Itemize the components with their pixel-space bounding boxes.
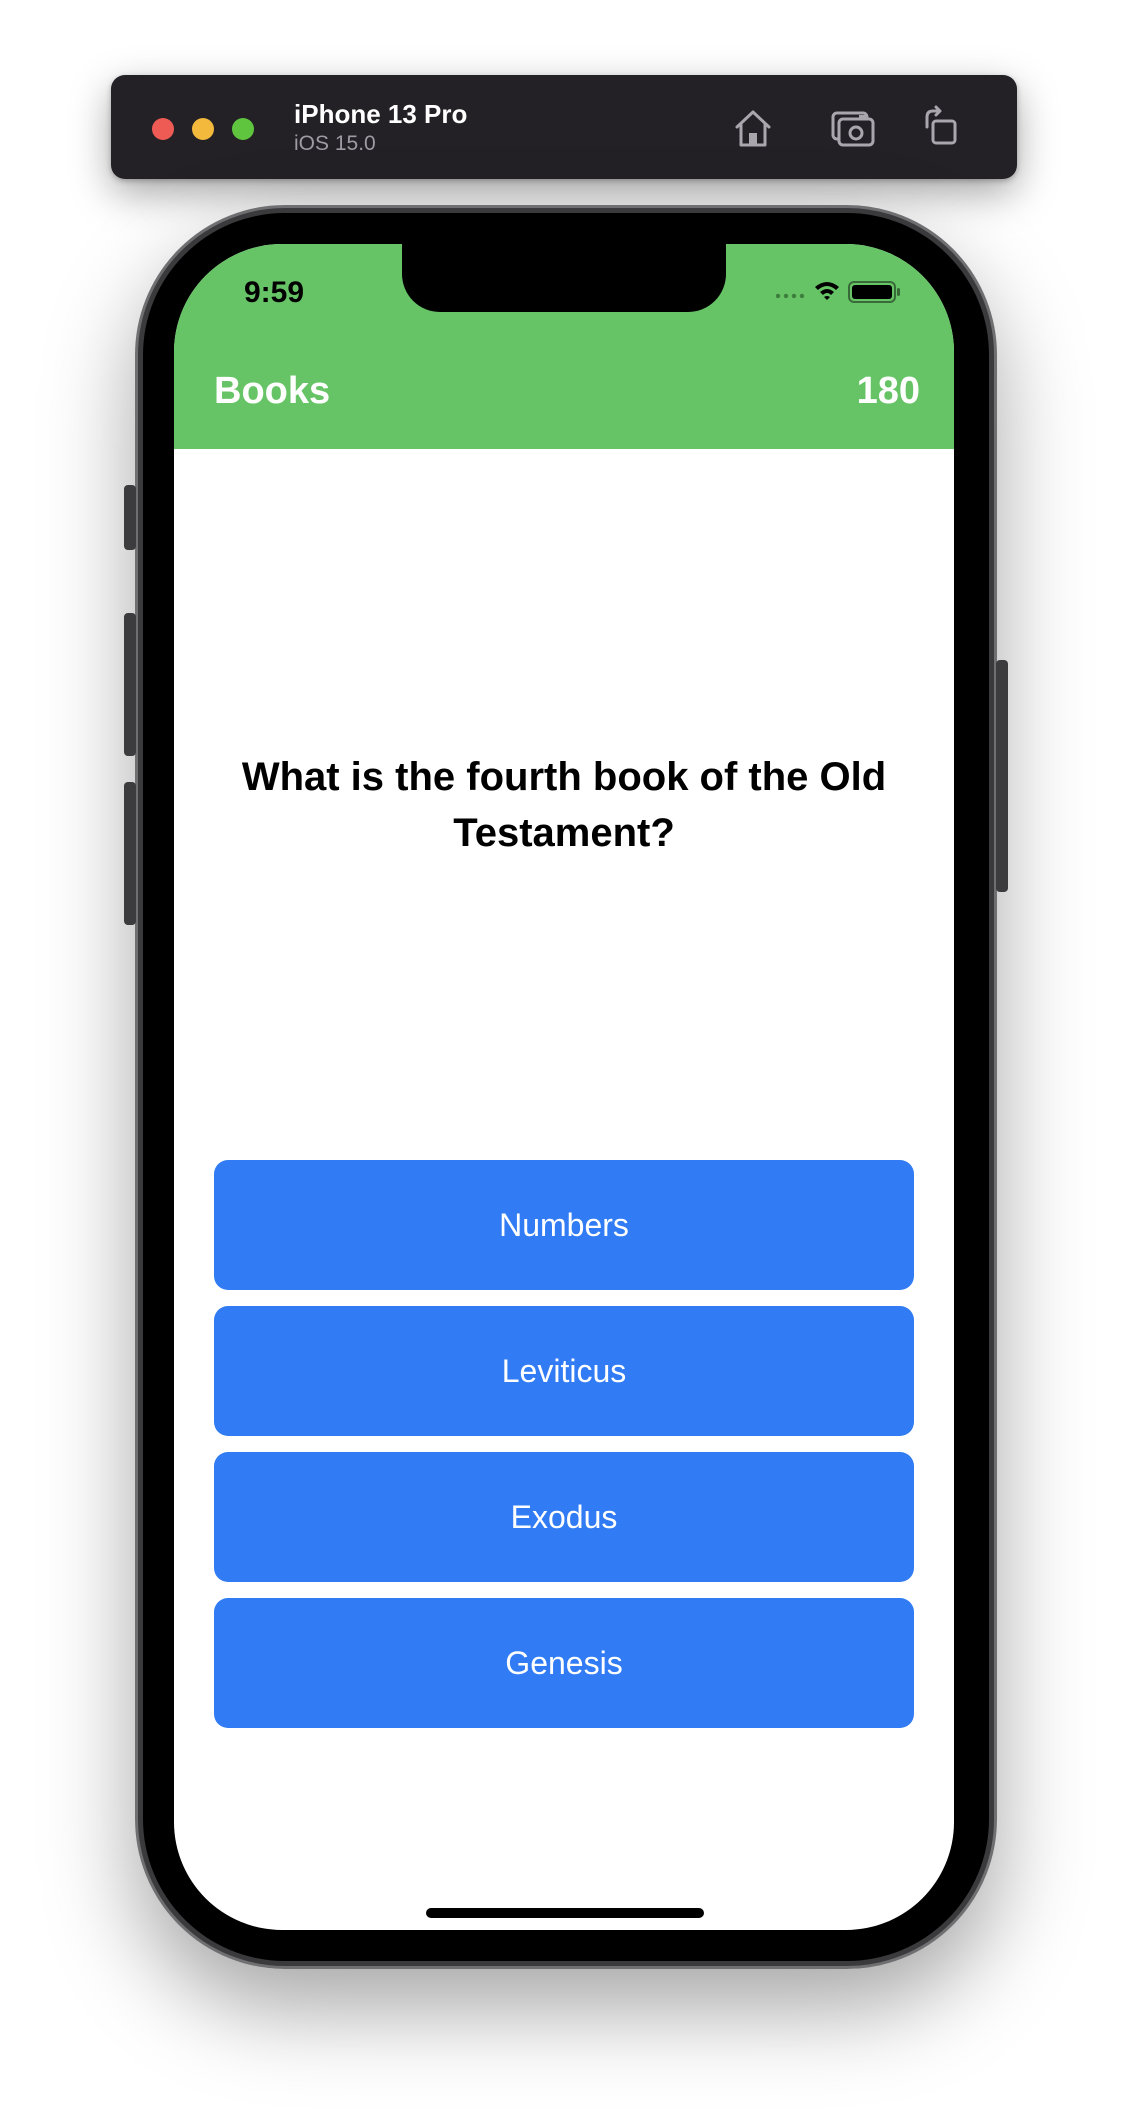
answer-label: Exodus bbox=[510, 1498, 618, 1535]
score-counter: 180 bbox=[856, 370, 920, 412]
wifi-icon bbox=[815, 282, 839, 300]
status-time: 9:59 bbox=[244, 276, 305, 309]
page-title: Books bbox=[214, 370, 331, 412]
notch bbox=[402, 244, 726, 312]
minimize-window-button[interactable] bbox=[192, 118, 214, 140]
simulator-title-bar: iPhone 13 Pro iOS 15.0 bbox=[111, 75, 1017, 179]
rotate-icon bbox=[925, 105, 957, 145]
rotate-button[interactable] bbox=[919, 105, 967, 151]
close-window-button[interactable] bbox=[152, 118, 174, 140]
question-text: What is the fourth book of the Old Testa… bbox=[241, 755, 887, 855]
volume-up-button bbox=[124, 613, 136, 756]
home-indicator[interactable] bbox=[426, 1908, 704, 1918]
answer-button-leviticus[interactable]: Leviticus bbox=[214, 1306, 914, 1436]
volume-down-button bbox=[124, 782, 136, 925]
answer-button-numbers[interactable]: Numbers bbox=[214, 1160, 914, 1290]
screenshot-button[interactable] bbox=[829, 105, 877, 151]
answer-button-exodus[interactable]: Exodus bbox=[214, 1452, 914, 1582]
os-version: iOS 15.0 bbox=[294, 132, 376, 155]
silent-switch bbox=[124, 485, 136, 550]
zoom-window-button[interactable] bbox=[232, 118, 254, 140]
answer-label: Leviticus bbox=[501, 1352, 627, 1389]
home-icon bbox=[735, 110, 771, 147]
side-button bbox=[996, 660, 1008, 892]
answer-label: Genesis bbox=[505, 1644, 623, 1681]
app-screen: 9:59 Books 180 What is the fourth book o… bbox=[174, 244, 954, 1930]
home-button[interactable] bbox=[729, 105, 777, 151]
nav-header: 9:59 Books 180 bbox=[174, 244, 954, 449]
device-name: iPhone 13 Pro bbox=[294, 99, 468, 129]
answer-button-genesis[interactable]: Genesis bbox=[214, 1598, 914, 1728]
answer-label: Numbers bbox=[499, 1206, 629, 1243]
status-icons bbox=[775, 281, 900, 303]
camera-icon bbox=[831, 111, 875, 147]
signal-icon bbox=[775, 293, 805, 299]
battery-icon bbox=[848, 281, 900, 303]
